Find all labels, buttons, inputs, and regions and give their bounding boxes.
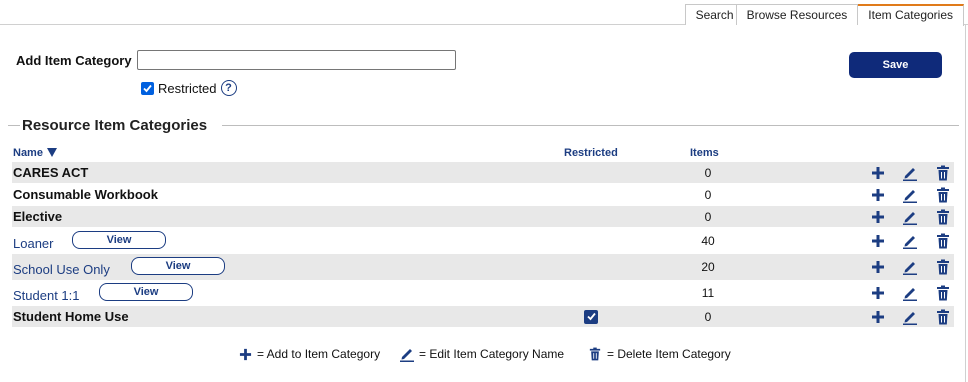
- table-row: School Use Only View 20: [12, 254, 954, 280]
- view-button[interactable]: View: [72, 231, 166, 249]
- legend-edit-label: = Edit Item Category Name: [419, 347, 565, 361]
- category-name-link[interactable]: Loaner: [13, 236, 53, 251]
- pencil-icon: [399, 346, 415, 362]
- plus-icon[interactable]: [870, 165, 886, 181]
- pencil-icon[interactable]: [902, 285, 918, 301]
- pencil-icon[interactable]: [902, 233, 918, 249]
- item-count: 0: [704, 187, 712, 202]
- item-count: 40: [701, 234, 715, 248]
- column-header-name[interactable]: Name: [13, 147, 57, 159]
- plus-icon[interactable]: [870, 285, 886, 301]
- plus-icon: [237, 346, 253, 362]
- item-count: 20: [701, 260, 715, 274]
- pencil-icon[interactable]: [902, 209, 918, 225]
- plus-icon[interactable]: [870, 209, 886, 225]
- trash-icon[interactable]: [935, 187, 951, 203]
- table-row: Loaner View 40: [12, 228, 954, 254]
- item-count: 11: [701, 286, 715, 300]
- view-button[interactable]: View: [99, 283, 193, 301]
- pencil-icon[interactable]: [902, 259, 918, 275]
- category-name: Elective: [13, 209, 63, 224]
- column-header-restricted: Restricted: [564, 147, 618, 159]
- trash-icon[interactable]: [935, 259, 951, 275]
- item-count: 0: [704, 209, 712, 224]
- pencil-icon[interactable]: [902, 309, 918, 325]
- plus-icon[interactable]: [870, 187, 886, 203]
- fieldset-border-right: [222, 125, 959, 126]
- tab-browse-resources[interactable]: Browse Resources: [736, 4, 859, 25]
- restricted-checkbox[interactable]: [141, 81, 154, 95]
- legend-add-label: = Add to Item Category: [257, 347, 381, 361]
- restricted-label: Restricted: [158, 80, 217, 96]
- tab-bar: Search Browse Resources Item Categories: [684, 4, 964, 26]
- category-name: Consumable Workbook: [13, 187, 158, 202]
- category-name-link[interactable]: Student 1:1: [13, 288, 80, 303]
- table-row: Elective 0: [12, 206, 954, 227]
- trash-icon[interactable]: [935, 165, 951, 181]
- item-count: 0: [704, 309, 712, 324]
- trash-icon[interactable]: [935, 309, 951, 325]
- plus-icon[interactable]: [870, 233, 886, 249]
- view-button[interactable]: View: [131, 257, 225, 275]
- plus-icon[interactable]: [870, 259, 886, 275]
- category-name: CARES ACT: [13, 165, 89, 180]
- legend-delete: = Delete Item Category: [587, 346, 731, 362]
- tab-item-categories[interactable]: Item Categories: [858, 4, 964, 26]
- category-name-link[interactable]: School Use Only: [13, 262, 110, 277]
- tab-search[interactable]: Search: [684, 4, 737, 25]
- add-item-category-input[interactable]: [137, 50, 456, 70]
- table-row: CARES ACT 0: [12, 162, 954, 183]
- plus-icon[interactable]: [870, 309, 886, 325]
- trash-icon[interactable]: [935, 233, 951, 249]
- legend-edit: = Edit Item Category Name: [399, 346, 564, 362]
- pencil-icon[interactable]: [902, 187, 918, 203]
- save-button[interactable]: Save: [849, 52, 942, 78]
- table-row: Student 1:1 View 11: [12, 280, 954, 306]
- pencil-icon[interactable]: [902, 165, 918, 181]
- item-count: 0: [704, 165, 712, 180]
- sort-desc-icon: [46, 148, 57, 157]
- category-name: Student Home Use: [13, 309, 129, 324]
- fieldset-border-left: [8, 125, 20, 126]
- table-row: Student Home Use 0: [12, 306, 954, 327]
- column-header-items: Items: [690, 147, 719, 159]
- section-title: Resource Item Categories: [22, 117, 208, 134]
- legend-add: = Add to Item Category: [237, 346, 380, 362]
- add-item-category-label: Add Item Category: [16, 53, 132, 68]
- trash-icon: [587, 346, 603, 362]
- trash-icon[interactable]: [935, 209, 951, 225]
- column-header-name-label: Name: [13, 147, 43, 159]
- help-icon[interactable]: ?: [220, 80, 237, 96]
- restricted-option: Restricted ?: [141, 80, 237, 96]
- restricted-checked-icon: [584, 309, 598, 324]
- legend-delete-label: = Delete Item Category: [607, 347, 731, 361]
- table-row: Consumable Workbook 0: [12, 184, 954, 205]
- trash-icon[interactable]: [935, 285, 951, 301]
